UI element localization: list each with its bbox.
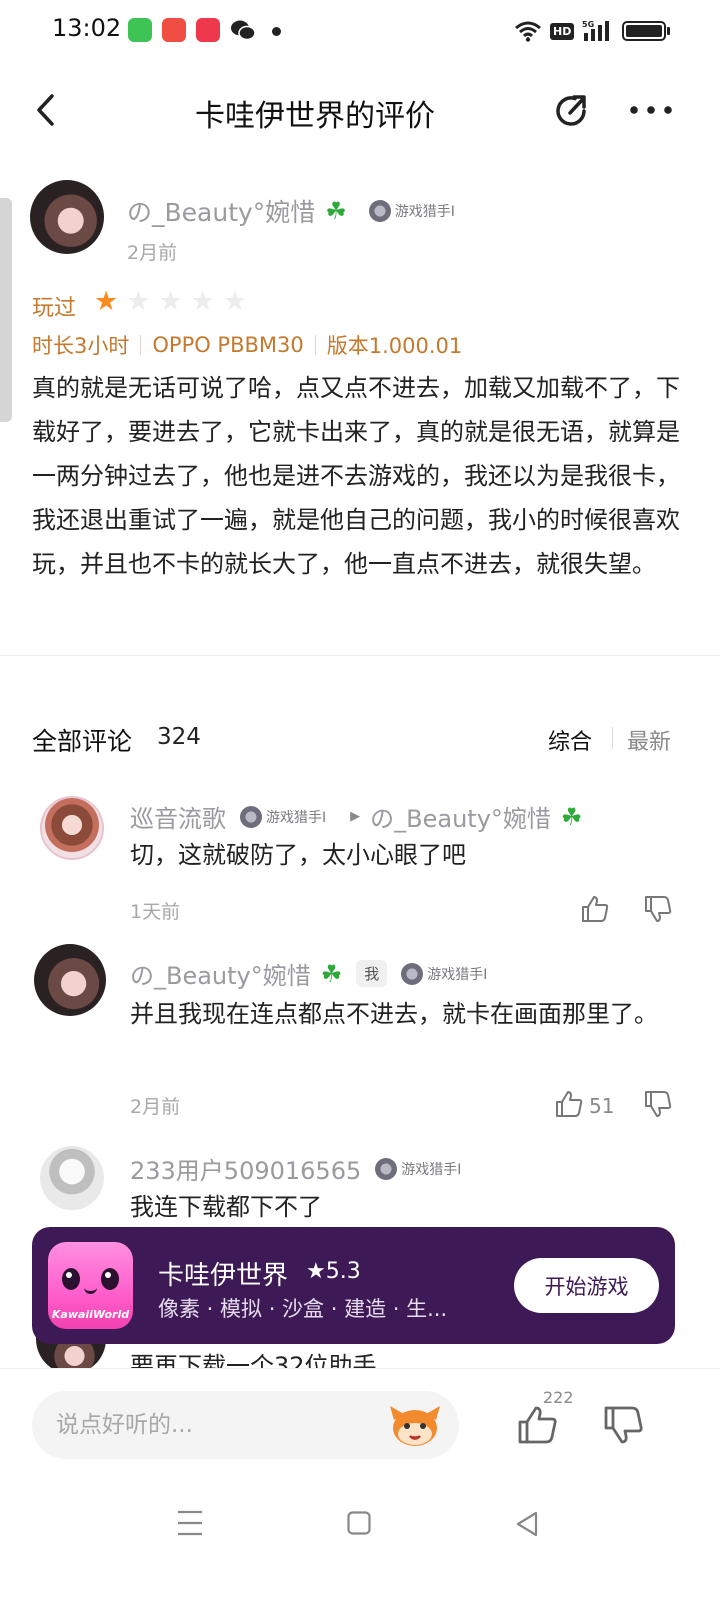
comment-time: 2月前: [130, 1096, 181, 1118]
status-time: 13:02: [52, 14, 122, 42]
comment-text: 切，这就破防了，太小心眼了吧: [130, 841, 466, 869]
review-info-row: 时长3小时 OPPO PBBM30 版本1.000.01: [32, 330, 462, 360]
emoji-sticker-icon[interactable]: [388, 1402, 442, 1448]
game-rating-value: 5.3: [325, 1259, 361, 1284]
comment-text: 并且我现在连点都点不进去，就卡在画面那里了。: [130, 1000, 658, 1028]
comment-avatar[interactable]: [34, 944, 106, 1016]
game-hunter-badge: 游戏猎手I: [368, 200, 455, 222]
wechat-icon: [231, 20, 256, 41]
hunter-badge-label: 游戏猎手I: [427, 966, 488, 983]
nav-back-icon[interactable]: [514, 1510, 540, 1538]
review-time: 2月前: [127, 242, 178, 264]
edge-panel-handle[interactable]: [0, 198, 12, 422]
more-options-icon[interactable]: [628, 92, 674, 128]
device-model: OPPO PBBM30: [152, 333, 304, 357]
hunter-badge-icon: [368, 200, 391, 222]
comment-input[interactable]: [56, 1412, 376, 1438]
game-hunter-badge: 游戏猎手I: [375, 1157, 462, 1180]
sort-comprehensive-tab[interactable]: 综合: [548, 724, 592, 756]
comment-header: 巡音流歌 游戏猎手I ▶ の_Beauty°婉惜 ☘: [130, 799, 582, 834]
hd-badge: HD: [550, 22, 575, 40]
comments-count: 324: [157, 724, 201, 750]
star-empty-icon: ★: [126, 286, 151, 317]
comment-text: 我连下载都下不了: [130, 1193, 322, 1221]
info-divider: [140, 335, 142, 355]
rating-stars: ★ ★ ★ ★ ★: [94, 286, 247, 318]
reviewer-username[interactable]: の_Beauty°婉惜: [127, 193, 315, 229]
star-empty-icon: ★: [190, 286, 215, 317]
star-icon: ★: [306, 1259, 326, 1284]
comment-username[interactable]: の_Beauty°婉惜: [130, 956, 311, 991]
dislike-icon[interactable]: [642, 893, 674, 925]
comments-title: 全部评论: [32, 727, 133, 756]
star-empty-icon: ★: [158, 286, 183, 317]
hunter-badge-icon: [401, 962, 424, 985]
page-title: 卡哇伊世界的评价: [195, 99, 435, 134]
nav-home-icon[interactable]: [347, 1511, 371, 1535]
hunter-badge-label: 游戏猎手I: [401, 1161, 462, 1178]
status-indicators: HD 5G: [514, 14, 671, 48]
like-icon[interactable]: [515, 1402, 561, 1448]
music-app-icon: [196, 18, 220, 42]
section-divider: [0, 655, 720, 656]
game-tags: 像素 · 模拟 · 沙盒 · 建造 · 生...: [158, 1297, 448, 1321]
play-duration: 时长3小时: [32, 334, 130, 358]
sort-divider: [612, 727, 613, 749]
reviewer-avatar[interactable]: [30, 180, 104, 254]
comment-header: 233用户509016565 游戏猎手I: [130, 1151, 461, 1186]
played-label: 玩过: [32, 296, 77, 321]
reply-to-username[interactable]: の_Beauty°婉惜: [370, 799, 551, 834]
clover-icon: ☘: [560, 802, 583, 831]
dislike-icon[interactable]: [601, 1402, 647, 1448]
comment-time: 1天前: [130, 901, 181, 923]
game-app-icon[interactable]: KawaiiWorld: [48, 1242, 133, 1329]
notification-dot-icon: [272, 27, 281, 36]
hunter-badge-label: 游戏猎手I: [266, 809, 327, 826]
info-divider: [314, 335, 316, 355]
comment-avatar[interactable]: [40, 796, 104, 860]
network-label: 5G: [582, 20, 594, 29]
clover-icon: ☘: [320, 959, 343, 988]
hunter-badge-label: 游戏猎手I: [394, 204, 455, 220]
game-rating: ★5.3: [306, 1259, 361, 1284]
sort-latest-tab[interactable]: 最新: [627, 724, 671, 756]
clover-icon: ☘: [325, 197, 347, 225]
share-icon[interactable]: [550, 89, 594, 133]
reviewer-name-row: の_Beauty°婉惜 ☘ 游戏猎手I: [127, 193, 455, 229]
like-icon[interactable]: [579, 893, 611, 925]
dislike-icon[interactable]: [642, 1088, 674, 1120]
messages-app-icon: [128, 18, 152, 42]
battery-icon: [622, 21, 671, 41]
comment-text: 要再下载一个32位助手: [130, 1352, 377, 1368]
reply-arrow-icon: ▶: [350, 809, 361, 824]
comment-header: の_Beauty°婉惜 ☘ 我 游戏猎手I: [130, 956, 487, 991]
like-icon[interactable]: [553, 1088, 585, 1120]
game-icon-logo: KawaiiWorld: [51, 1308, 130, 1321]
review-body: 真的就是无话可说了哈，点又点不进去，加载又加载不了，下载好了，要进去了，它就卡出…: [32, 374, 680, 578]
start-game-button[interactable]: 开始游戏: [514, 1258, 659, 1313]
like-count: 51: [589, 1094, 615, 1118]
hunter-badge-icon: [375, 1157, 398, 1180]
game-hunter-badge: 游戏猎手I: [240, 805, 327, 828]
me-badge: 我: [356, 960, 388, 987]
comment-username[interactable]: 巡音流歌: [130, 799, 226, 834]
game-hunter-badge: 游戏猎手I: [401, 962, 488, 985]
wifi-icon: [515, 21, 541, 42]
comment-username[interactable]: 233用户509016565: [130, 1151, 361, 1186]
signal-icon: 5G: [582, 20, 610, 41]
comment-avatar[interactable]: [40, 1146, 104, 1210]
video-app-icon: [162, 18, 186, 42]
hunter-badge-icon: [240, 805, 262, 828]
star-filled-icon: ★: [94, 286, 119, 317]
star-empty-icon: ★: [222, 286, 248, 317]
app-version: 版本1.000.01: [326, 334, 463, 358]
game-name: 卡哇伊世界: [158, 1261, 289, 1291]
nav-menu-icon[interactable]: [176, 1508, 204, 1538]
